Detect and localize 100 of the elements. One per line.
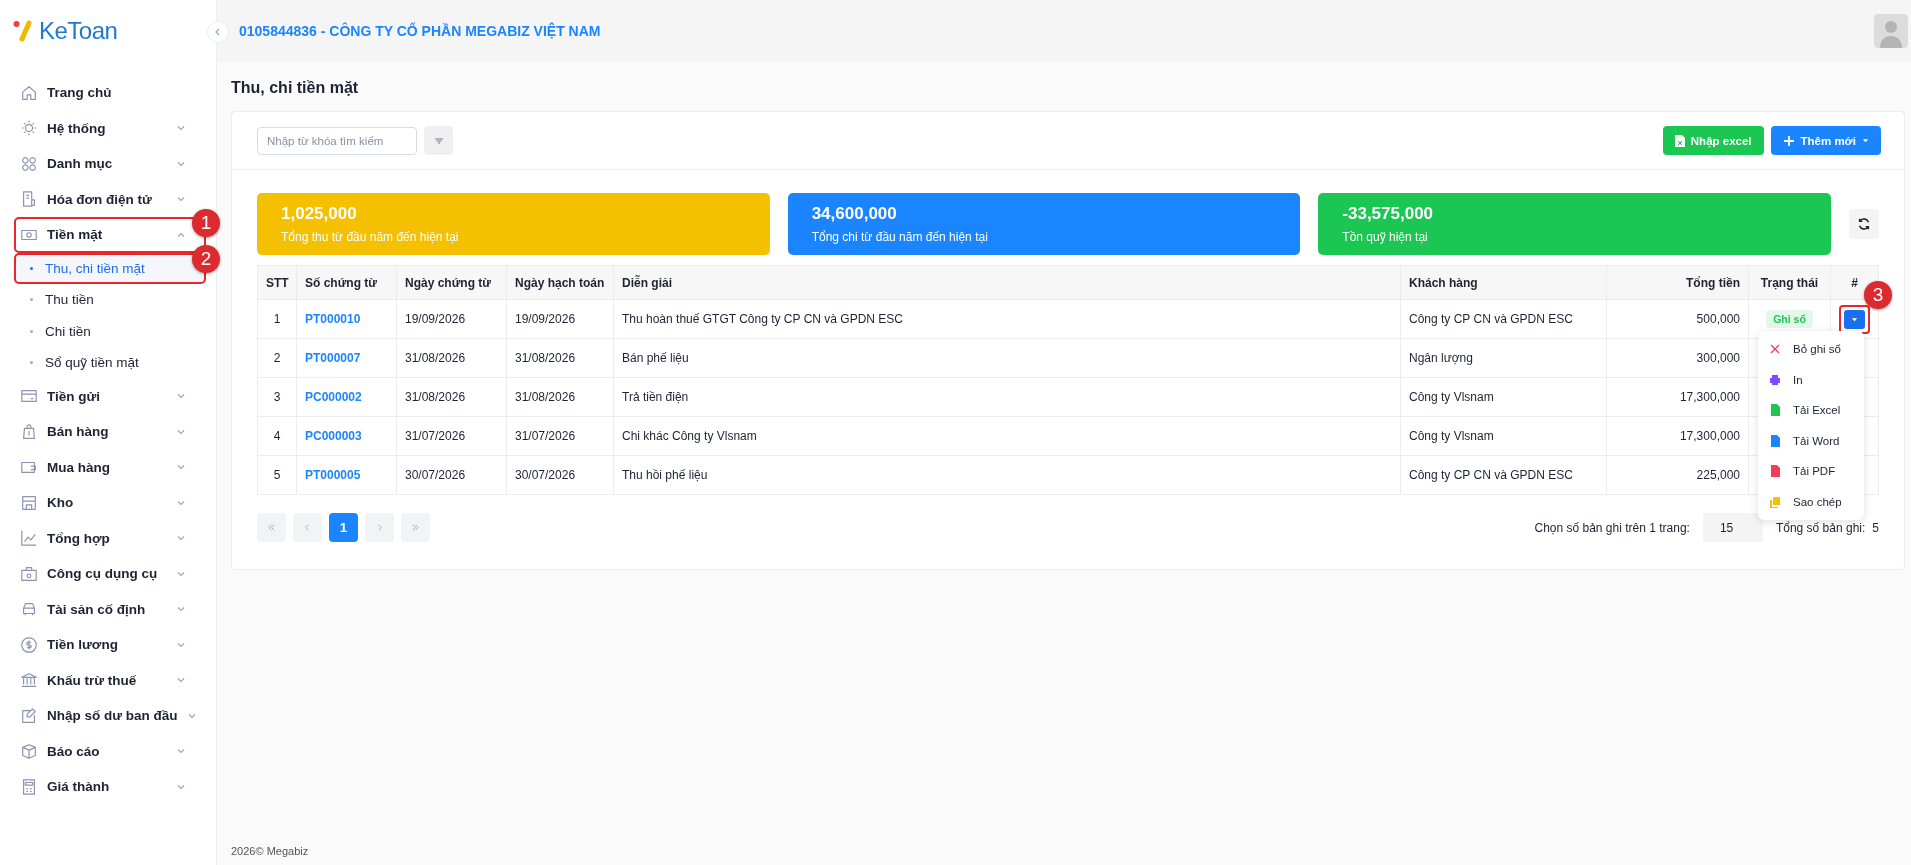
stat-card: 1,025,000 Tổng thu từ đầu năm đến hiện tại	[257, 193, 770, 255]
company-name: 0105844836 - CÔNG TY CỔ PHẦN MEGABIZ VIỆT NAM	[239, 23, 601, 39]
table-cell: 19/09/2026	[396, 299, 507, 339]
column-header: Diễn giải	[613, 265, 1401, 300]
table-cell: Công ty CP CN và GPDN ESC	[1400, 455, 1607, 495]
last-page-button[interactable]	[401, 513, 430, 542]
sidebar-item[interactable]: Trang chủ	[14, 75, 206, 111]
menu-item[interactable]: Tải PDF	[1758, 456, 1864, 487]
collapse-button[interactable]	[207, 21, 229, 43]
stat-card: -33,575,000 Tồn quỹ hiện tại	[1318, 193, 1831, 255]
page-size-select[interactable]: 15	[1702, 513, 1763, 542]
sidebar-item[interactable]: Hệ thống	[14, 110, 206, 146]
table-cell: 5	[257, 455, 297, 495]
table-cell: Trả tiền điện	[613, 377, 1401, 417]
sidebar-item[interactable]: Tổng hợp	[14, 520, 206, 556]
sidebar-item[interactable]: Danh mục	[14, 146, 206, 182]
table-cell: Chi khác Công ty Vlsnam	[613, 416, 1401, 456]
table-cell: 3	[257, 377, 297, 417]
page-button[interactable]: 1	[329, 513, 358, 542]
callout-badge: 2	[192, 244, 220, 273]
refresh-button[interactable]	[1849, 209, 1879, 239]
voucher-link[interactable]: PT000010	[305, 312, 361, 326]
grid-icon	[20, 154, 38, 173]
sidebar-item[interactable]: Kho	[14, 485, 206, 521]
sidebar-subitem[interactable]: Thu tiền	[14, 284, 206, 316]
menu-item[interactable]: Bỏ ghi sổ	[1758, 334, 1864, 365]
voucher-link[interactable]: PC000003	[305, 429, 362, 443]
callout-badge: 3	[1864, 280, 1892, 309]
voucher-link[interactable]: PT000007	[305, 351, 361, 365]
caret-icon	[1851, 315, 1858, 323]
sidebar-item[interactable]: Báo cáo	[14, 733, 206, 769]
copy-icon	[1769, 495, 1781, 508]
table-cell: 31/08/2026	[396, 338, 507, 378]
next-page-button[interactable]	[365, 513, 394, 542]
store-icon	[20, 493, 38, 512]
file-icon	[1769, 404, 1781, 417]
column-header: Số chứng từ	[296, 265, 397, 300]
table-cell: 17,300,000	[1606, 416, 1749, 456]
table-cell: Ngân lượng	[1400, 338, 1607, 378]
sidebar-item[interactable]: Mua hàng	[14, 449, 206, 485]
table-cell: Thu hồi phế liệu	[613, 455, 1401, 495]
previous-page-button[interactable]	[293, 513, 322, 542]
file-icon	[1674, 134, 1685, 147]
table-cell: Thu hoàn thuế GTGT Công ty CP CN và GPDN ESC	[613, 299, 1401, 339]
avatar-icon[interactable]	[1874, 14, 1908, 48]
table-cell: Công ty Vlsnam	[1400, 377, 1607, 417]
table-cell: 300,000	[1606, 338, 1749, 378]
table-cell: 2	[257, 338, 297, 378]
table-cell: 31/08/2026	[506, 377, 614, 417]
sidebar-item[interactable]: Tài sản cố định	[14, 591, 206, 627]
table-cell: 31/07/2026	[506, 416, 614, 456]
add-button[interactable]: Thêm mới	[1770, 126, 1881, 155]
search-field[interactable]: Nhập từ khóa tìm kiếm	[257, 126, 417, 155]
table-cell: Bán phế liệu	[613, 338, 1401, 378]
sidebar-item[interactable]: Tiền gửi	[14, 378, 206, 414]
table-cell: 500,000	[1606, 299, 1749, 339]
chart-icon	[20, 529, 38, 548]
filter-button[interactable]	[424, 126, 453, 155]
column-header: STT	[257, 265, 297, 300]
menu-item[interactable]: Tải Excel	[1758, 395, 1864, 426]
calculator-icon	[20, 777, 38, 796]
sidebar-item[interactable]: Khấu trừ thuế	[14, 662, 206, 698]
logo-text: KeToan	[39, 17, 118, 45]
menu-item[interactable]: Tải Word	[1758, 425, 1864, 456]
sidebar-item[interactable]: Bán hàng	[14, 414, 206, 450]
page-title: Thu, chi tiền mặt	[231, 79, 360, 97]
sidebar-item[interactable]: Công cụ dụng cụ	[14, 556, 206, 592]
refresh-icon	[1857, 217, 1871, 231]
sidebar-item[interactable]: Nhập số dư ban đầu	[14, 698, 206, 734]
sidebar-subitem[interactable]: Chi tiền	[14, 315, 206, 347]
double-chevron-right-icon	[411, 523, 420, 532]
sidebar-item[interactable]: Tiền lương	[14, 627, 206, 663]
table-cell: 30/07/2026	[506, 455, 614, 495]
sidebar-item[interactable]: Giá thành	[14, 769, 206, 805]
plus-icon	[1782, 134, 1795, 147]
chevron-right-icon	[375, 523, 384, 532]
filter-icon	[433, 135, 444, 146]
bag-icon	[20, 422, 38, 441]
table-cell: 30/07/2026	[396, 455, 507, 495]
edit-icon	[20, 706, 38, 725]
table-cell: 4	[257, 416, 297, 456]
total-count: 5	[1872, 520, 1879, 535]
close-icon	[1769, 343, 1781, 356]
column-header: Khách hàng	[1400, 265, 1607, 300]
sidebar-subitem[interactable]: Sổ quỹ tiền mặt	[14, 347, 206, 379]
table-cell: Công ty Vlsnam	[1400, 416, 1607, 456]
double-chevron-left-icon	[267, 523, 276, 532]
table-cell: 17,300,000	[1606, 377, 1749, 417]
menu-item[interactable]: In	[1758, 364, 1864, 395]
column-header: Trạng thái	[1748, 265, 1831, 300]
table-cell: 31/07/2026	[396, 416, 507, 456]
chevron-left-icon	[303, 523, 312, 532]
voucher-link[interactable]: PT000005	[305, 468, 361, 482]
voucher-link[interactable]: PC000002	[305, 390, 362, 404]
first-page-button[interactable]	[257, 513, 286, 542]
column-header: Ngày hạch toán	[506, 265, 614, 300]
callout-badge: 1	[192, 209, 220, 237]
box-icon	[20, 742, 38, 761]
page-size-label: Chọn số bản ghi trên 1 trang:	[1534, 520, 1690, 535]
table-cell: 31/08/2026	[396, 377, 507, 417]
